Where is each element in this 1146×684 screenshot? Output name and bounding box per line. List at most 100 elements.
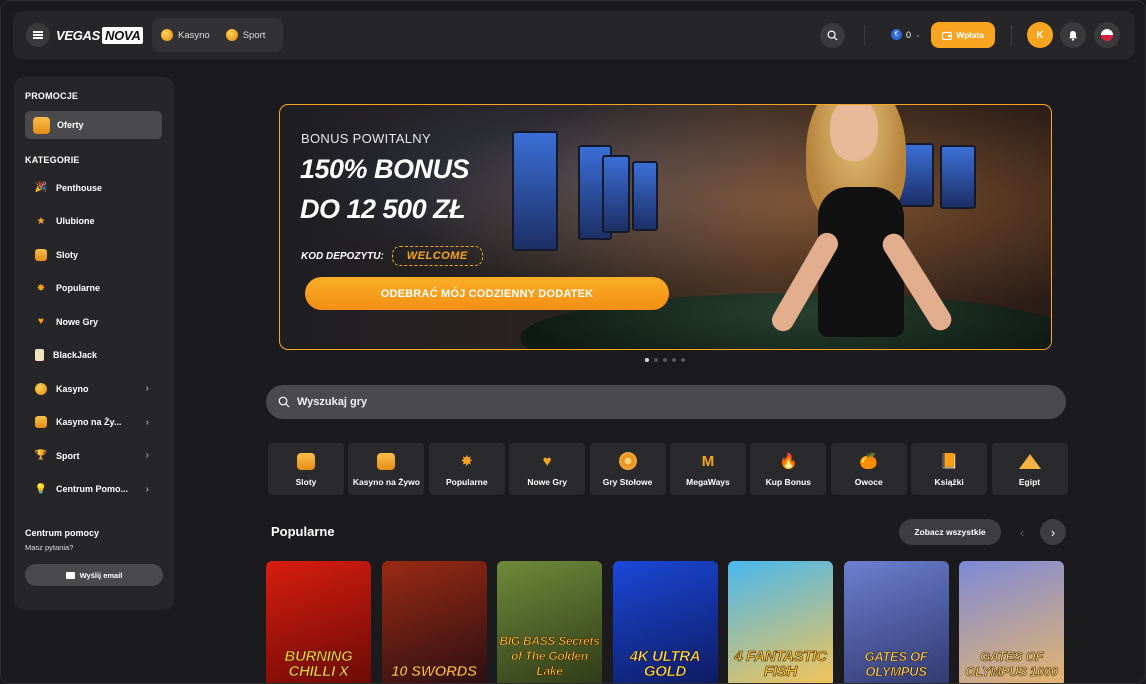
sidebar-item-help-center[interactable]: 💡 Centrum Pomo... › [25, 473, 163, 507]
star-icon: ★ [36, 215, 46, 227]
wallet-icon [942, 31, 953, 40]
slot-machine-image [602, 155, 630, 233]
promotions-heading: PROMOCJE [25, 91, 79, 101]
deposit-code-row: KOD DEPOZYTU: WELCOME [301, 246, 483, 266]
category-fruits[interactable]: 🍊 Owoce [830, 443, 907, 495]
carousel-prev-button[interactable]: ‹ [1009, 519, 1035, 545]
slot-machine-icon [296, 451, 316, 471]
sidebar-item-live-casino[interactable]: Kasyno na Ży... › [25, 406, 163, 440]
search-icon [278, 396, 290, 408]
mode-casino-tab[interactable]: Kasyno [161, 29, 210, 41]
game-search-input[interactable] [297, 396, 997, 408]
banner-title: 150% BONUS DO 12 500 ZŁ [300, 154, 470, 224]
sidebar-item-casino[interactable]: Kasyno › [25, 372, 163, 406]
starburst-icon: ✸ [460, 453, 474, 470]
category-egypt[interactable]: Egipt [991, 443, 1068, 495]
sidebar-item-new-games[interactable]: ♥ Nowe Gry [25, 305, 163, 339]
chevron-right-icon: › [1050, 524, 1056, 540]
pyramid-icon [1018, 451, 1041, 471]
book-icon: 📙 [939, 453, 959, 470]
carousel-dot[interactable] [672, 358, 676, 362]
poland-flag-icon [1101, 29, 1113, 41]
categories-heading: KATEGORIE [25, 155, 80, 165]
starburst-icon: ✸ [36, 282, 46, 294]
category-megaways[interactable]: M MegaWays [669, 443, 746, 495]
see-all-button[interactable]: Zobacz wszystkie [899, 519, 1001, 545]
category-tiles: Sloty Kasyno na Żywo ✸ Popularne ♥ Nowe … [268, 443, 1068, 495]
header-search-button[interactable] [820, 23, 845, 48]
category-books[interactable]: 📙 Książki [911, 443, 988, 495]
header-divider [864, 25, 865, 45]
sidebar: PROMOCJE Oferty KATEGORIE 🎉 Penthouse ★ … [14, 77, 174, 610]
mode-switch: Kasyno Sport [152, 18, 283, 52]
search-icon [827, 30, 838, 41]
hostess-image [767, 105, 956, 347]
user-avatar[interactable]: K [1027, 22, 1053, 48]
promo-banner[interactable]: BONUS POWITALNY 150% BONUS DO 12 500 ZŁ … [279, 104, 1052, 350]
sidebar-item-favorites[interactable]: ★ Ulubione [25, 205, 163, 239]
sidebar-item-sport[interactable]: 🏆 Sport › [25, 439, 163, 473]
chevron-right-icon: › [145, 483, 149, 495]
carousel-dot[interactable] [645, 358, 649, 362]
euro-icon: € [891, 29, 902, 40]
claim-bonus-button[interactable]: ODEBRAĆ MÓJ CODZIENNY DODATEK [305, 277, 669, 310]
heart-icon: ♥ [38, 316, 44, 328]
app-window: VEGAS NOVA Kasyno Sport € 0 ⌄ Wpłata K P… [0, 0, 1146, 684]
send-email-button[interactable]: Wyślij email [25, 564, 163, 586]
flame-icon: 🔥 [779, 453, 798, 470]
carousel-dot[interactable] [681, 358, 685, 362]
sidebar-item-penthouse[interactable]: 🎉 Penthouse [25, 171, 163, 205]
carousel-dot[interactable] [654, 358, 658, 362]
heart-icon: ♥ [542, 452, 552, 470]
deposit-button[interactable]: Wpłata [931, 22, 995, 48]
party-popper-icon: 🎉 [34, 182, 48, 194]
carousel-next-button[interactable]: › [1040, 519, 1066, 545]
promo-code[interactable]: WELCOME [391, 246, 483, 266]
chevron-left-icon: ‹ [1019, 524, 1025, 540]
game-card[interactable]: 4K ULTRA GOLD [612, 561, 718, 683]
hamburger-menu-button[interactable] [26, 23, 50, 47]
game-card[interactable]: GATES OF OLYMPUS [843, 561, 949, 683]
banner-kicker: BONUS POWITALNY [301, 131, 431, 146]
live-icon [35, 416, 47, 429]
help-title: Centrum pomocy [25, 528, 100, 538]
game-card[interactable]: 4 FANTASTIC FISH [728, 561, 833, 683]
game-search-bar[interactable] [266, 385, 1066, 419]
category-buy-bonus[interactable]: 🔥 Kup Bonus [750, 443, 827, 495]
roulette-icon [618, 451, 638, 471]
chevron-right-icon: › [145, 416, 149, 428]
category-live-casino[interactable]: Kasyno na Żywo [348, 443, 425, 495]
carousel-dots [645, 358, 685, 362]
live-icon [376, 451, 396, 471]
chip-icon [35, 382, 47, 395]
category-slots[interactable]: Sloty [268, 443, 344, 495]
popular-section-title: Popularne [271, 524, 335, 539]
offers-button[interactable]: Oferty [25, 111, 162, 139]
chevron-down-icon: ⌄ [915, 31, 921, 39]
category-new-games[interactable]: ♥ Nowe Gry [509, 443, 586, 495]
slot-machine-image [512, 131, 558, 251]
help-subtitle: Masz pytania? [25, 543, 74, 552]
game-card[interactable]: BIG BASS Secrets of The Golden Lake [497, 561, 602, 683]
sidebar-item-popular[interactable]: ✸ Popularne [25, 272, 163, 306]
vegasnova-logo[interactable]: VEGAS NOVA [56, 25, 144, 45]
game-card[interactable]: 10 SWORDS [381, 561, 487, 683]
mail-icon [65, 571, 75, 579]
balance-selector[interactable]: € 0 ⌄ [891, 29, 921, 40]
category-table-games[interactable]: Gry Stołowe [589, 443, 666, 495]
trophy-icon: 🏆 [34, 450, 48, 462]
bulb-icon: 💡 [34, 483, 48, 495]
game-card[interactable]: BURNING CHILLI X [266, 561, 371, 683]
fruit-icon: 🍊 [859, 453, 879, 470]
notifications-button[interactable] [1060, 22, 1086, 48]
ball-icon [225, 29, 238, 41]
sidebar-item-blackjack[interactable]: BlackJack [25, 339, 163, 373]
card-icon [35, 349, 44, 362]
carousel-dot[interactable] [663, 358, 667, 362]
category-popular[interactable]: ✸ Popularne [428, 443, 505, 495]
game-card[interactable]: GATES OF OLYMPUS 1000 [959, 561, 1064, 683]
sidebar-item-slots[interactable]: Sloty [25, 238, 163, 272]
language-button[interactable] [1094, 22, 1120, 48]
coin-icon [161, 29, 173, 41]
mode-sport-tab[interactable]: Sport [225, 29, 265, 41]
